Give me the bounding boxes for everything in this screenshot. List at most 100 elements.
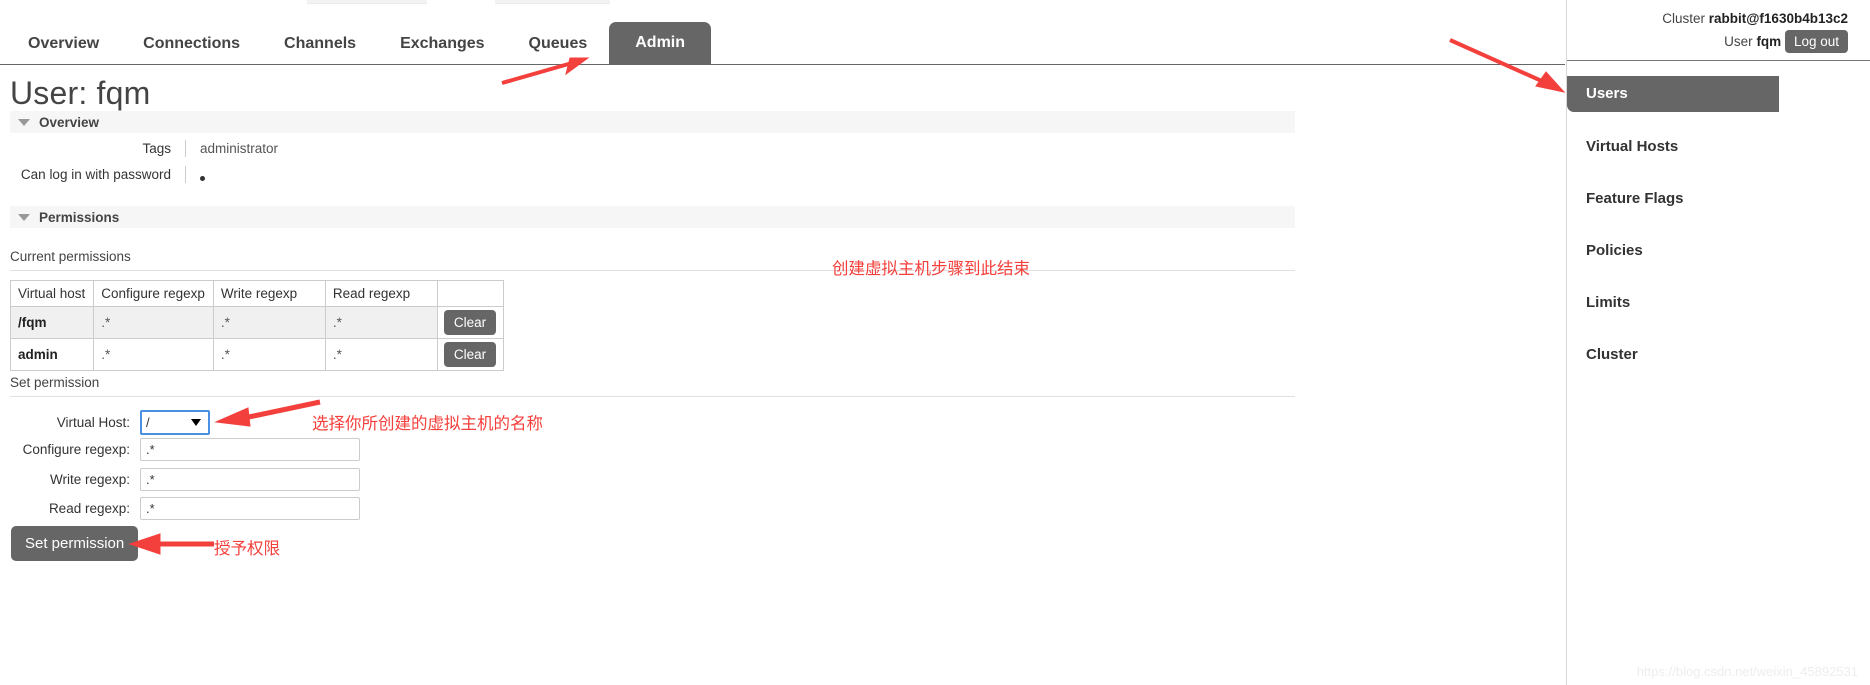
chevron-down-icon	[18, 118, 30, 126]
tab-exchanges[interactable]: Exchanges	[378, 24, 506, 64]
form-row-write-regexp: Write regexp:	[10, 468, 360, 491]
annotation-finish-note: 创建虚拟主机步骤到此结束	[832, 259, 1030, 278]
sidebar-item-label[interactable]: Limits	[1567, 285, 1870, 320]
cell-read-regexp: .*	[324, 306, 438, 339]
tab-admin[interactable]: Admin	[609, 22, 712, 64]
col-virtual-host: Virtual host	[9, 280, 95, 307]
tab-exchanges-link[interactable]: Exchanges	[378, 24, 506, 64]
overview-can-login-value	[185, 166, 485, 183]
current-permissions-caption: Current permissions	[10, 249, 131, 264]
sidebar-item-feature-flags[interactable]: Feature Flags	[1567, 181, 1870, 216]
sidebar-spacer	[1567, 320, 1870, 337]
sidebar-item-label[interactable]: Policies	[1567, 233, 1870, 268]
cell-write-regexp: .*	[212, 306, 326, 339]
form-row-read-regexp: Read regexp:	[10, 497, 360, 520]
main-content-column: Overview Connections Channels Exchanges …	[0, 0, 1565, 685]
overview-can-login-label: Can log in with password	[20, 167, 171, 182]
cluster-line: Cluster rabbit@f1630b4b13c2	[1662, 8, 1848, 30]
sidebar-item-label[interactable]: Feature Flags	[1567, 181, 1870, 216]
sidebar-item-label[interactable]: Virtual Hosts	[1567, 129, 1870, 164]
tab-queues[interactable]: Queues	[507, 24, 610, 64]
clear-permission-button[interactable]: Clear	[443, 310, 497, 335]
sidebar-item-users[interactable]: Users	[1567, 76, 1870, 112]
logout-button[interactable]: Log out	[1784, 30, 1848, 53]
set-permission-submit-wrapper: Set permission	[11, 526, 139, 561]
sidebar-divider	[1567, 60, 1870, 61]
right-sidebar: Cluster rabbit@f1630b4b13c2 User fqm Log…	[1566, 0, 1870, 685]
cell-virtual-host: admin	[9, 338, 95, 371]
overview-tags-label: Tags	[142, 141, 171, 156]
permissions-table-head: Virtual host Configure regexp Write rege…	[9, 280, 504, 307]
overview-details: Tags administrator Can log in with passw…	[10, 140, 485, 192]
set-permission-button[interactable]: Set permission	[11, 526, 139, 561]
overview-row-can-login: Can log in with password	[10, 166, 485, 183]
tab-channels[interactable]: Channels	[262, 24, 378, 64]
virtual-host-select-wrapper: / /fqm admin	[140, 410, 210, 435]
bullet-dot-icon	[200, 175, 205, 181]
annotation-grant-note: 授予权限	[214, 539, 280, 558]
overview-tags-value: administrator	[185, 140, 485, 157]
tab-overview[interactable]: Overview	[0, 24, 121, 64]
clear-permission-button[interactable]: Clear	[443, 342, 497, 367]
tab-admin-link[interactable]: Admin	[609, 22, 712, 64]
virtual-host-label: Virtual Host:	[56, 415, 130, 430]
set-permission-rule	[10, 396, 1295, 397]
permissions-table-body: /fqm .* .* .* Clear admin .* .* .* Clear	[9, 306, 504, 371]
section-header-overview[interactable]: Overview	[10, 111, 1295, 133]
main-nav: Overview Connections Channels Exchanges …	[0, 22, 1565, 65]
col-configure-regexp: Configure regexp	[93, 280, 214, 307]
sidebar-item-policies[interactable]: Policies	[1567, 233, 1870, 268]
sidebar-item-limits[interactable]: Limits	[1567, 285, 1870, 320]
cell-configure-regexp: .*	[93, 338, 214, 371]
watermark-text: https://blog.csdn.net/weixin_45892531	[1636, 664, 1858, 679]
cell-write-regexp: .*	[212, 338, 326, 371]
cell-virtual-host: /fqm	[9, 306, 95, 339]
write-regexp-label: Write regexp:	[49, 472, 130, 487]
set-permission-caption: Set permission	[10, 375, 100, 390]
read-regexp-label: Read regexp:	[48, 501, 130, 516]
sidebar-item-cluster[interactable]: Cluster	[1567, 337, 1870, 372]
virtual-host-select[interactable]: / /fqm admin	[140, 410, 210, 435]
section-header-overview-label: Overview	[39, 114, 100, 130]
table-row: /fqm .* .* .* Clear	[9, 306, 504, 339]
table-row: admin .* .* .* Clear	[9, 338, 504, 371]
chevron-down-icon	[18, 213, 30, 221]
col-read-regexp: Read regexp	[324, 280, 438, 307]
sidebar-spacer	[1567, 112, 1870, 129]
tab-queues-link[interactable]: Queues	[507, 24, 610, 64]
configure-regexp-input[interactable]	[140, 438, 360, 461]
permissions-header-row: Virtual host Configure regexp Write rege…	[9, 280, 504, 307]
configure-regexp-label: Configure regexp:	[22, 442, 130, 457]
sidebar-header-info: Cluster rabbit@f1630b4b13c2 User fqm Log…	[1662, 8, 1848, 53]
cluster-name: rabbit@f1630b4b13c2	[1708, 11, 1848, 26]
cluster-label: Cluster	[1662, 11, 1705, 26]
tab-channels-link[interactable]: Channels	[262, 24, 378, 64]
sidebar-item-label[interactable]: Cluster	[1567, 337, 1870, 372]
current-permissions-table: Virtual host Configure regexp Write rege…	[9, 280, 504, 371]
page-title: User: fqm	[10, 75, 151, 111]
tab-connections[interactable]: Connections	[121, 24, 262, 64]
tab-overview-link[interactable]: Overview	[0, 24, 121, 64]
sidebar-spacer	[1567, 164, 1870, 181]
cell-read-regexp: .*	[324, 338, 438, 371]
rabbitmq-management-page: Overview Connections Channels Exchanges …	[0, 0, 1870, 685]
read-regexp-input[interactable]	[140, 497, 360, 520]
current-permissions-rule	[10, 270, 1295, 271]
col-actions	[436, 280, 504, 307]
overview-row-tags: Tags administrator	[10, 140, 485, 157]
sidebar-item-virtual-hosts[interactable]: Virtual Hosts	[1567, 129, 1870, 164]
user-label: User	[1724, 34, 1753, 49]
sidebar-spacer	[1567, 268, 1870, 285]
section-header-permissions-label: Permissions	[39, 209, 120, 225]
cell-actions: Clear	[436, 306, 504, 339]
form-row-configure-regexp: Configure regexp:	[10, 438, 360, 461]
nav-tab-list: Overview Connections Channels Exchanges …	[0, 22, 1565, 64]
user-name: fqm	[1756, 34, 1782, 49]
col-write-regexp: Write regexp	[212, 280, 326, 307]
tab-connections-link[interactable]: Connections	[121, 24, 262, 64]
sidebar-item-label[interactable]: Users	[1567, 76, 1779, 112]
cell-configure-regexp: .*	[93, 306, 214, 339]
write-regexp-input[interactable]	[140, 468, 360, 491]
section-header-permissions[interactable]: Permissions	[10, 206, 1295, 228]
annotation-select-vhost-note: 选择你所创建的虚拟主机的名称	[312, 414, 543, 433]
